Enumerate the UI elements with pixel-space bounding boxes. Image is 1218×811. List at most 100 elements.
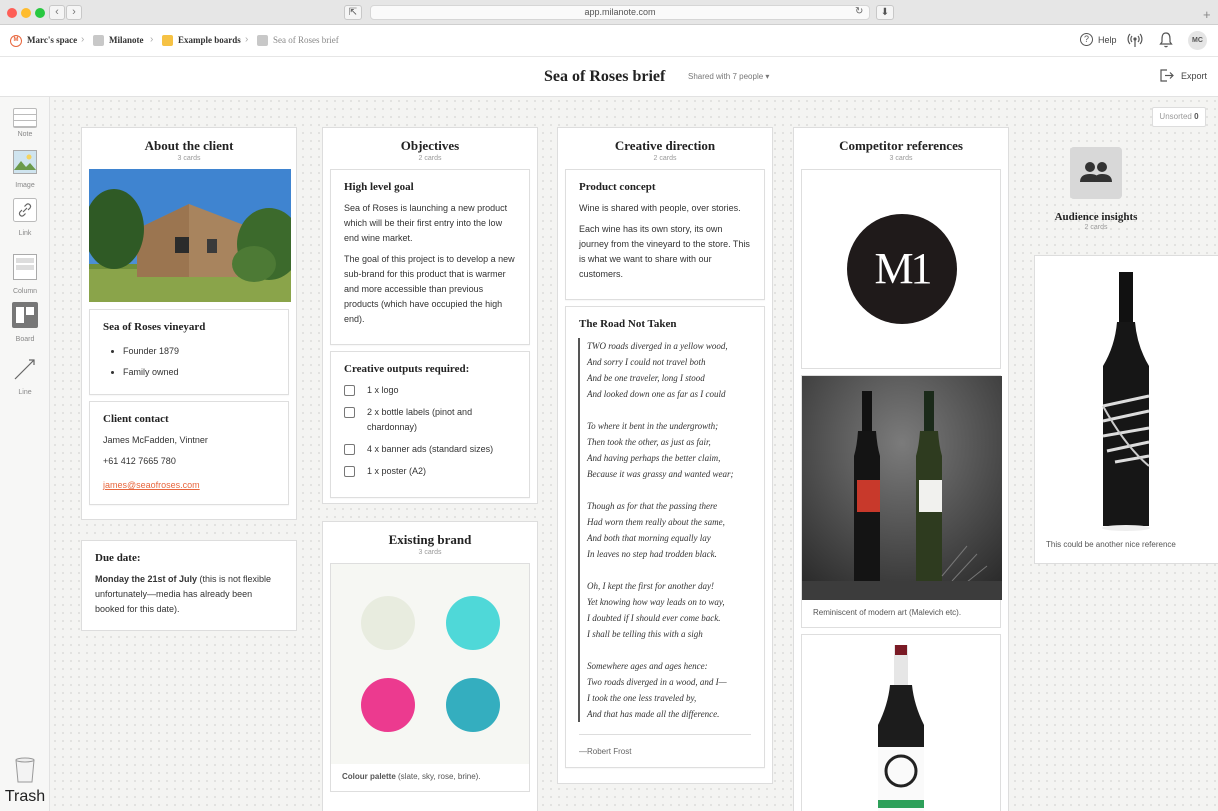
board-title[interactable]: Sea of Roses brief: [544, 68, 665, 86]
column-title: Competitor references: [839, 138, 963, 153]
palette-swatch: [361, 596, 415, 650]
column-title: About the client: [144, 138, 234, 153]
column-creative-direction[interactable]: Creative direction 2 cards Product conce…: [557, 127, 773, 784]
tool-line[interactable]: Line: [0, 357, 50, 396]
export-icon[interactable]: [1159, 68, 1174, 83]
poem-stanza: Oh, I kept the first for another day! Ye…: [587, 578, 751, 642]
m1-logo: M1: [847, 214, 957, 324]
poem-line: And both that morning equally lay: [587, 533, 711, 543]
back-button[interactable]: ‹: [49, 5, 65, 20]
due-date-card[interactable]: Due date: Monday the 21st of July (this …: [81, 540, 297, 631]
export-button[interactable]: Export: [1181, 71, 1207, 81]
board-canvas[interactable]: Unsorted 0 About the client 3 cards Sea …: [51, 97, 1218, 811]
goal-paragraph: The goal of this project is to develop a…: [344, 254, 515, 324]
poem-author: —Robert Frost: [579, 734, 751, 756]
user-avatar[interactable]: MC: [1188, 31, 1207, 50]
checklist-item-label: 1 x poster (A2): [367, 466, 427, 476]
tool-note[interactable]: Note: [0, 108, 50, 138]
unsorted-label: Unsorted: [1159, 112, 1192, 121]
tool-label: Line: [18, 389, 32, 396]
poem-line: I shall be telling this with a sigh: [587, 629, 703, 639]
poem-card[interactable]: The Road Not Taken TWO roads diverged in…: [565, 306, 765, 768]
share-dropdown[interactable]: Shared with 7 people ▾: [688, 72, 769, 81]
milanote-logo-icon[interactable]: M: [10, 35, 22, 47]
close-window-button[interactable]: [7, 8, 17, 18]
breadcrumb-marcs-space[interactable]: Marc's space: [27, 35, 77, 45]
audience-insights-board[interactable]: Audience insights 2 cards: [1041, 147, 1151, 231]
help-icon[interactable]: ?: [1080, 33, 1093, 46]
trash-icon: [15, 757, 35, 783]
column-competitor-references[interactable]: Competitor references 3 cards M1 Reminis…: [793, 127, 1009, 811]
reference-bottle-card[interactable]: This could be another nice reference: [1034, 255, 1218, 564]
vineyard-card[interactable]: Sea of Roses vineyard Founder 1879 Famil…: [89, 309, 289, 395]
list-item: Family owned: [123, 362, 275, 383]
competitor-caption: Reminiscent of modern art (Malevich etc)…: [813, 608, 962, 617]
breadcrumb-milanote[interactable]: Milanote: [109, 35, 144, 45]
column-title: Existing brand: [388, 532, 472, 547]
checklist-item: 2 x bottle labels (pinot and chardonnay): [344, 405, 516, 435]
download-icon[interactable]: ⬇: [876, 5, 894, 20]
tool-label: Link: [18, 230, 32, 237]
checklist-item-label: 2 x bottle labels (pinot and chardonnay): [367, 407, 473, 432]
column-icon: [13, 254, 37, 280]
checkbox[interactable]: [344, 407, 355, 418]
tool-column[interactable]: Column: [0, 254, 50, 295]
app-header: M Marc's space › Milanote › Example boar…: [0, 25, 1218, 57]
checkbox[interactable]: [344, 385, 355, 396]
colour-palette-card[interactable]: Colour palette (slate, sky, rose, brine)…: [330, 563, 530, 792]
breadcrumb-separator: ›: [245, 34, 249, 45]
palette-swatch: [361, 678, 415, 732]
column-card-count: 3 cards: [889, 155, 913, 162]
poem-line: TWO roads diverged in a yellow wood,: [587, 341, 728, 351]
product-concept-card[interactable]: Product concept Wine is shared with peop…: [565, 169, 765, 300]
card-title: The Road Not Taken: [579, 318, 677, 330]
tool-image[interactable]: Image: [0, 150, 50, 189]
poem-line: Had worn them really about the same,: [587, 517, 725, 527]
column-card-count: 2 cards: [653, 155, 677, 162]
tool-label: Trash: [4, 788, 46, 805]
tool-board[interactable]: Board: [0, 302, 50, 343]
reload-icon[interactable]: ↻: [855, 6, 863, 17]
checkbox[interactable]: [344, 444, 355, 455]
client-contact-card[interactable]: Client contact James McFadden, Vintner +…: [89, 401, 289, 505]
minimize-window-button[interactable]: [21, 8, 31, 18]
new-tab-button[interactable]: +: [1203, 7, 1211, 22]
bottle-ring-card[interactable]: [801, 634, 1001, 811]
broadcast-icon[interactable]: [1127, 32, 1143, 48]
poem-line: Two roads diverged in a wood, and I—: [587, 677, 727, 687]
column-about-the-client[interactable]: About the client 3 cards Sea of Roses vi…: [81, 127, 297, 520]
tool-link[interactable]: Link: [0, 198, 50, 237]
m1-logo-card[interactable]: M1: [801, 169, 1001, 369]
breadcrumb-separator: ›: [81, 34, 85, 45]
unsorted-button[interactable]: Unsorted 0: [1152, 107, 1206, 127]
sidebar-toggle-icon[interactable]: ⇱: [344, 5, 362, 20]
contact-name: James McFadden, Vintner: [103, 435, 208, 445]
checkbox[interactable]: [344, 466, 355, 477]
poem-line: I took the one less traveled by,: [587, 693, 697, 703]
high-level-goal-card[interactable]: High level goal Sea of Roses is launchin…: [330, 169, 530, 345]
breadcrumb-example-boards[interactable]: Example boards: [178, 35, 241, 45]
concept-paragraph: Each wine has its own story, its own jou…: [579, 224, 750, 279]
board-icon: [162, 35, 173, 46]
contact-email-link[interactable]: james@seaofroses.com: [103, 480, 200, 490]
poem-line: And looked down one as far as I could: [587, 389, 726, 399]
palette-swatch: [446, 596, 500, 650]
wine-bottles-card[interactable]: Reminiscent of modern art (Malevich etc)…: [801, 375, 1002, 628]
card-title: Sea of Roses vineyard: [103, 321, 206, 333]
checklist-item-label: 1 x logo: [367, 385, 399, 395]
address-bar[interactable]: app.milanote.com: [370, 5, 870, 20]
reference-caption: This could be another nice reference: [1046, 540, 1176, 549]
board-icon: [93, 35, 104, 46]
forward-button[interactable]: ›: [66, 5, 82, 20]
help-button[interactable]: Help: [1098, 35, 1117, 45]
column-objectives[interactable]: Objectives 2 cards High level goal Sea o…: [322, 127, 538, 504]
column-existing-brand[interactable]: Existing brand 3 cards Colour palette (s…: [322, 521, 538, 811]
column-title: Objectives: [400, 138, 460, 153]
house-photo[interactable]: [89, 169, 291, 302]
board-icon: [257, 35, 268, 46]
notifications-bell-icon[interactable]: [1158, 31, 1174, 49]
tool-label: Column: [12, 288, 38, 295]
trash-button[interactable]: Trash: [0, 757, 50, 806]
maximize-window-button[interactable]: [35, 8, 45, 18]
creative-outputs-card[interactable]: Creative outputs required: 1 x logo 2 x …: [330, 351, 530, 498]
